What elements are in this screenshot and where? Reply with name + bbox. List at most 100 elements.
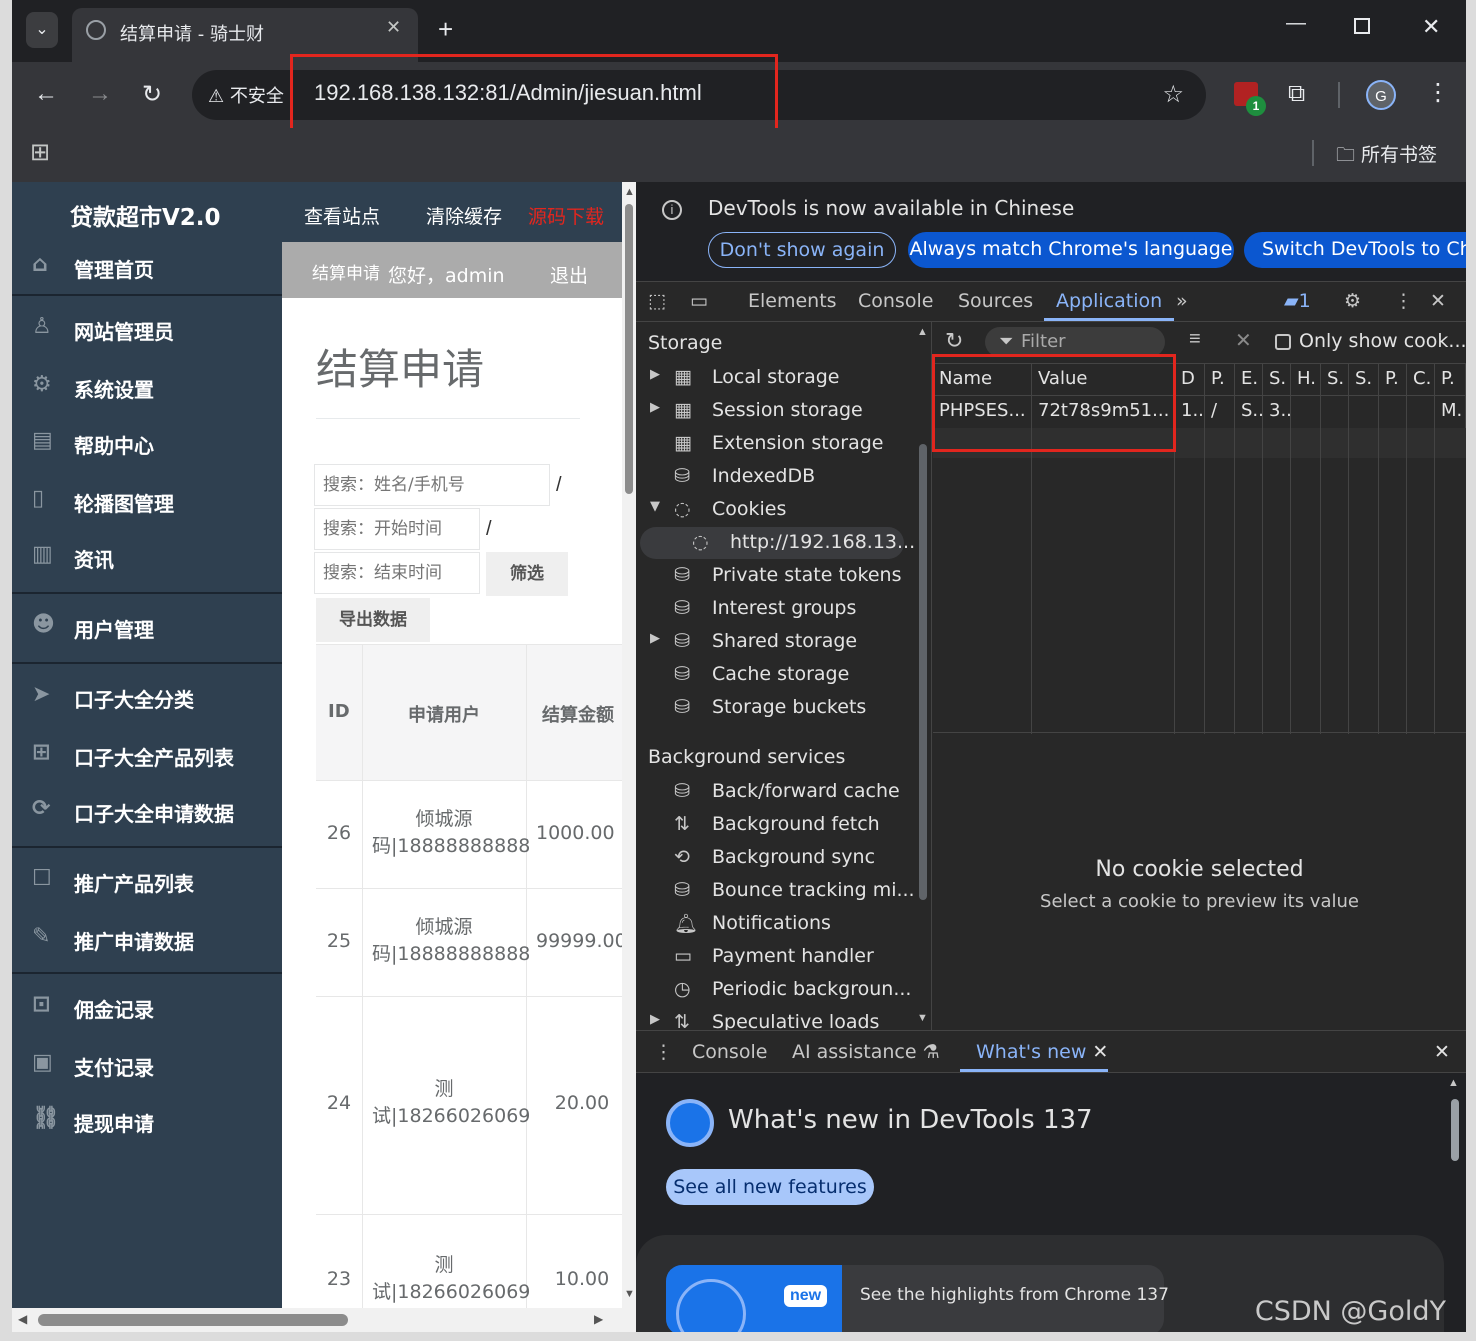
inspect-element-icon[interactable]: ⬚ bbox=[648, 290, 666, 312]
profile-avatar[interactable]: G bbox=[1366, 80, 1396, 110]
scrollbar-thumb[interactable] bbox=[38, 1314, 348, 1326]
search-end-input[interactable] bbox=[314, 552, 480, 594]
only-show-checkbox[interactable] bbox=[1275, 334, 1291, 350]
not-secure-chip[interactable]: ⚠ 不安全 bbox=[208, 82, 284, 108]
minimize-button[interactable]: — bbox=[1286, 12, 1306, 35]
sidebar-item-5[interactable]: ▯ 轮播图管理 bbox=[12, 474, 282, 530]
sidebar-item-6[interactable]: ▥ 资讯 bbox=[12, 530, 282, 586]
cookie-col-header[interactable]: H. bbox=[1291, 364, 1321, 396]
match-language-button[interactable]: Always match Chrome's language bbox=[908, 232, 1234, 268]
scroll-up-icon[interactable]: ▲ bbox=[1448, 1077, 1459, 1089]
cookie-cell[interactable] bbox=[1407, 396, 1435, 428]
dont-show-again-button[interactable]: Don't show again bbox=[708, 232, 896, 268]
switch-language-button[interactable]: Switch DevTools to Chin bbox=[1244, 232, 1466, 268]
sidebar-item-14[interactable]: ▣ 支付记录 bbox=[12, 1038, 282, 1094]
scroll-down-icon[interactable]: ▼ bbox=[917, 1012, 928, 1024]
chevron-right-icon[interactable]: ▶ bbox=[650, 367, 660, 382]
logout-link[interactable]: 退出 bbox=[550, 261, 588, 288]
sidebar-item-7[interactable]: ☻ 用户管理 bbox=[12, 600, 282, 656]
cookie-cell[interactable]: / bbox=[1205, 396, 1235, 428]
cookie-filter-input[interactable]: ⏷ Filter bbox=[985, 327, 1165, 357]
refresh-icon[interactable]: ↻ bbox=[945, 328, 963, 354]
forward-button[interactable]: → bbox=[88, 80, 112, 108]
cookie-cell[interactable]: 1.. bbox=[1175, 396, 1205, 428]
nav-clear-cache[interactable]: 清除缓存 bbox=[426, 202, 502, 229]
cookie-col-header[interactable]: S. bbox=[1349, 364, 1379, 396]
tab-application[interactable]: Application bbox=[1056, 290, 1162, 312]
scroll-left-icon[interactable]: ◀ bbox=[18, 1312, 27, 1326]
scroll-right-icon[interactable]: ▶ bbox=[594, 1312, 603, 1326]
see-all-features-button[interactable]: See all new features bbox=[666, 1169, 874, 1205]
tab-console[interactable]: Console bbox=[858, 290, 933, 312]
sidebar-item-9[interactable]: ⊞ 口子大全产品列表 bbox=[12, 728, 282, 784]
all-bookmarks-button[interactable]: 🗀 所有书签 bbox=[1336, 140, 1437, 173]
cookie-col-header[interactable]: P. bbox=[1205, 364, 1235, 396]
issues-counter[interactable]: ▰1 bbox=[1284, 290, 1311, 312]
drawer-tab-console[interactable]: Console bbox=[692, 1041, 767, 1063]
chevron-right-icon[interactable]: ▶ bbox=[650, 1012, 660, 1027]
search-start-input[interactable] bbox=[314, 508, 480, 550]
close-tab-icon[interactable]: ✕ bbox=[1092, 1041, 1108, 1063]
export-button[interactable]: 导出数据 bbox=[316, 598, 430, 642]
apps-grid-icon[interactable]: ⊞ bbox=[30, 138, 50, 167]
page-vertical-scrollbar[interactable]: ▲ ▼ bbox=[622, 182, 636, 1308]
sidebar-scrollbar[interactable]: ▲ ▼ bbox=[916, 322, 930, 1030]
cookie-cell[interactable]: M. bbox=[1435, 396, 1466, 428]
scroll-down-icon[interactable]: ▼ bbox=[624, 1288, 635, 1300]
search-name-input[interactable] bbox=[314, 464, 550, 506]
sidebar-item-11[interactable]: ☐ 推广产品列表 bbox=[12, 854, 282, 910]
devtools-menu-icon[interactable]: ⋮ bbox=[1394, 290, 1413, 312]
tab-close-icon[interactable]: ✕ bbox=[386, 17, 401, 38]
highlight-card[interactable]: new See the highlights from Chrome 137 bbox=[666, 1265, 1169, 1332]
cookie-col-header[interactable]: E. bbox=[1235, 364, 1263, 396]
nav-source-download[interactable]: 源码下载 bbox=[528, 202, 604, 229]
delete-selected-icon[interactable]: ✕ bbox=[1235, 328, 1252, 353]
tab-search-button[interactable]: ⌄ bbox=[26, 12, 58, 48]
sidebar-item-13[interactable]: ⊡ 佣金记录 bbox=[12, 980, 282, 1036]
chevron-right-icon[interactable]: ▶ bbox=[650, 631, 660, 646]
sidebar-item-12[interactable]: ✎ 推广申请数据 bbox=[12, 912, 282, 968]
sidebar-item-4[interactable]: ▤ 帮助中心 bbox=[12, 416, 282, 472]
chrome-menu-icon[interactable]: ⋮ bbox=[1426, 78, 1450, 107]
cookie-cell[interactable] bbox=[1379, 396, 1407, 428]
tab-sources[interactable]: Sources bbox=[958, 290, 1033, 312]
device-toolbar-icon[interactable]: ▭ bbox=[690, 290, 708, 312]
sidebar-item-8[interactable]: ➤ 口子大全分类 bbox=[12, 670, 282, 726]
sidebar-item-3[interactable]: ⚙ 系统设置 bbox=[12, 360, 282, 416]
reload-button[interactable]: ↻ bbox=[142, 80, 162, 109]
filter-button[interactable]: 筛选 bbox=[486, 552, 568, 596]
maximize-button[interactable] bbox=[1354, 18, 1370, 34]
cookie-cell[interactable] bbox=[1349, 396, 1379, 428]
drawer-menu-icon[interactable]: ⋮ bbox=[654, 1041, 673, 1063]
settings-gear-icon[interactable]: ⚙ bbox=[1344, 290, 1361, 312]
scrollbar-thumb[interactable] bbox=[919, 444, 927, 900]
drawer-scrollbar[interactable]: ▲ bbox=[1448, 1077, 1462, 1332]
bookmark-star-icon[interactable]: ☆ bbox=[1162, 80, 1184, 109]
cookie-col-header[interactable]: D bbox=[1175, 364, 1205, 396]
cookie-col-header[interactable]: S. bbox=[1263, 364, 1291, 396]
nav-view-site[interactable]: 查看站点 bbox=[304, 202, 380, 229]
back-button[interactable]: ← bbox=[34, 80, 58, 108]
chevron-right-icon[interactable]: ▶ bbox=[650, 400, 660, 415]
scroll-up-icon[interactable]: ▲ bbox=[624, 186, 635, 198]
sidebar-item-1[interactable]: ⌂ 管理首页 bbox=[12, 240, 282, 296]
drawer-tab-ai-assistance[interactable]: AI assistance ⚗ bbox=[792, 1041, 940, 1063]
close-window-button[interactable]: ✕ bbox=[1422, 14, 1440, 40]
scrollbar-thumb[interactable] bbox=[1451, 1099, 1459, 1161]
cookie-cell[interactable]: 3... bbox=[1263, 396, 1291, 428]
cookie-col-header[interactable]: C. bbox=[1407, 364, 1435, 396]
tab-elements[interactable]: Elements bbox=[748, 290, 837, 312]
clear-filtered-icon[interactable]: ≡ bbox=[1189, 328, 1201, 351]
cookie-cell[interactable] bbox=[1321, 396, 1349, 428]
sidebar-item-15[interactable]: ⛓ 提现申请 bbox=[12, 1094, 282, 1150]
page-horizontal-scrollbar[interactable]: ◀ ▶ bbox=[12, 1308, 636, 1332]
cookie-cell[interactable] bbox=[1291, 396, 1321, 428]
cookie-cell[interactable]: S.. bbox=[1235, 396, 1263, 428]
cookie-col-header[interactable]: P. bbox=[1379, 364, 1407, 396]
close-devtools-icon[interactable]: ✕ bbox=[1430, 290, 1446, 312]
chevron-down-icon[interactable]: ▼ bbox=[650, 499, 660, 514]
cookie-col-header[interactable]: P. bbox=[1435, 364, 1466, 396]
extensions-puzzle-icon[interactable]: ⧉ bbox=[1288, 80, 1305, 108]
scroll-up-icon[interactable]: ▲ bbox=[917, 326, 928, 338]
new-tab-button[interactable]: + bbox=[438, 14, 453, 45]
